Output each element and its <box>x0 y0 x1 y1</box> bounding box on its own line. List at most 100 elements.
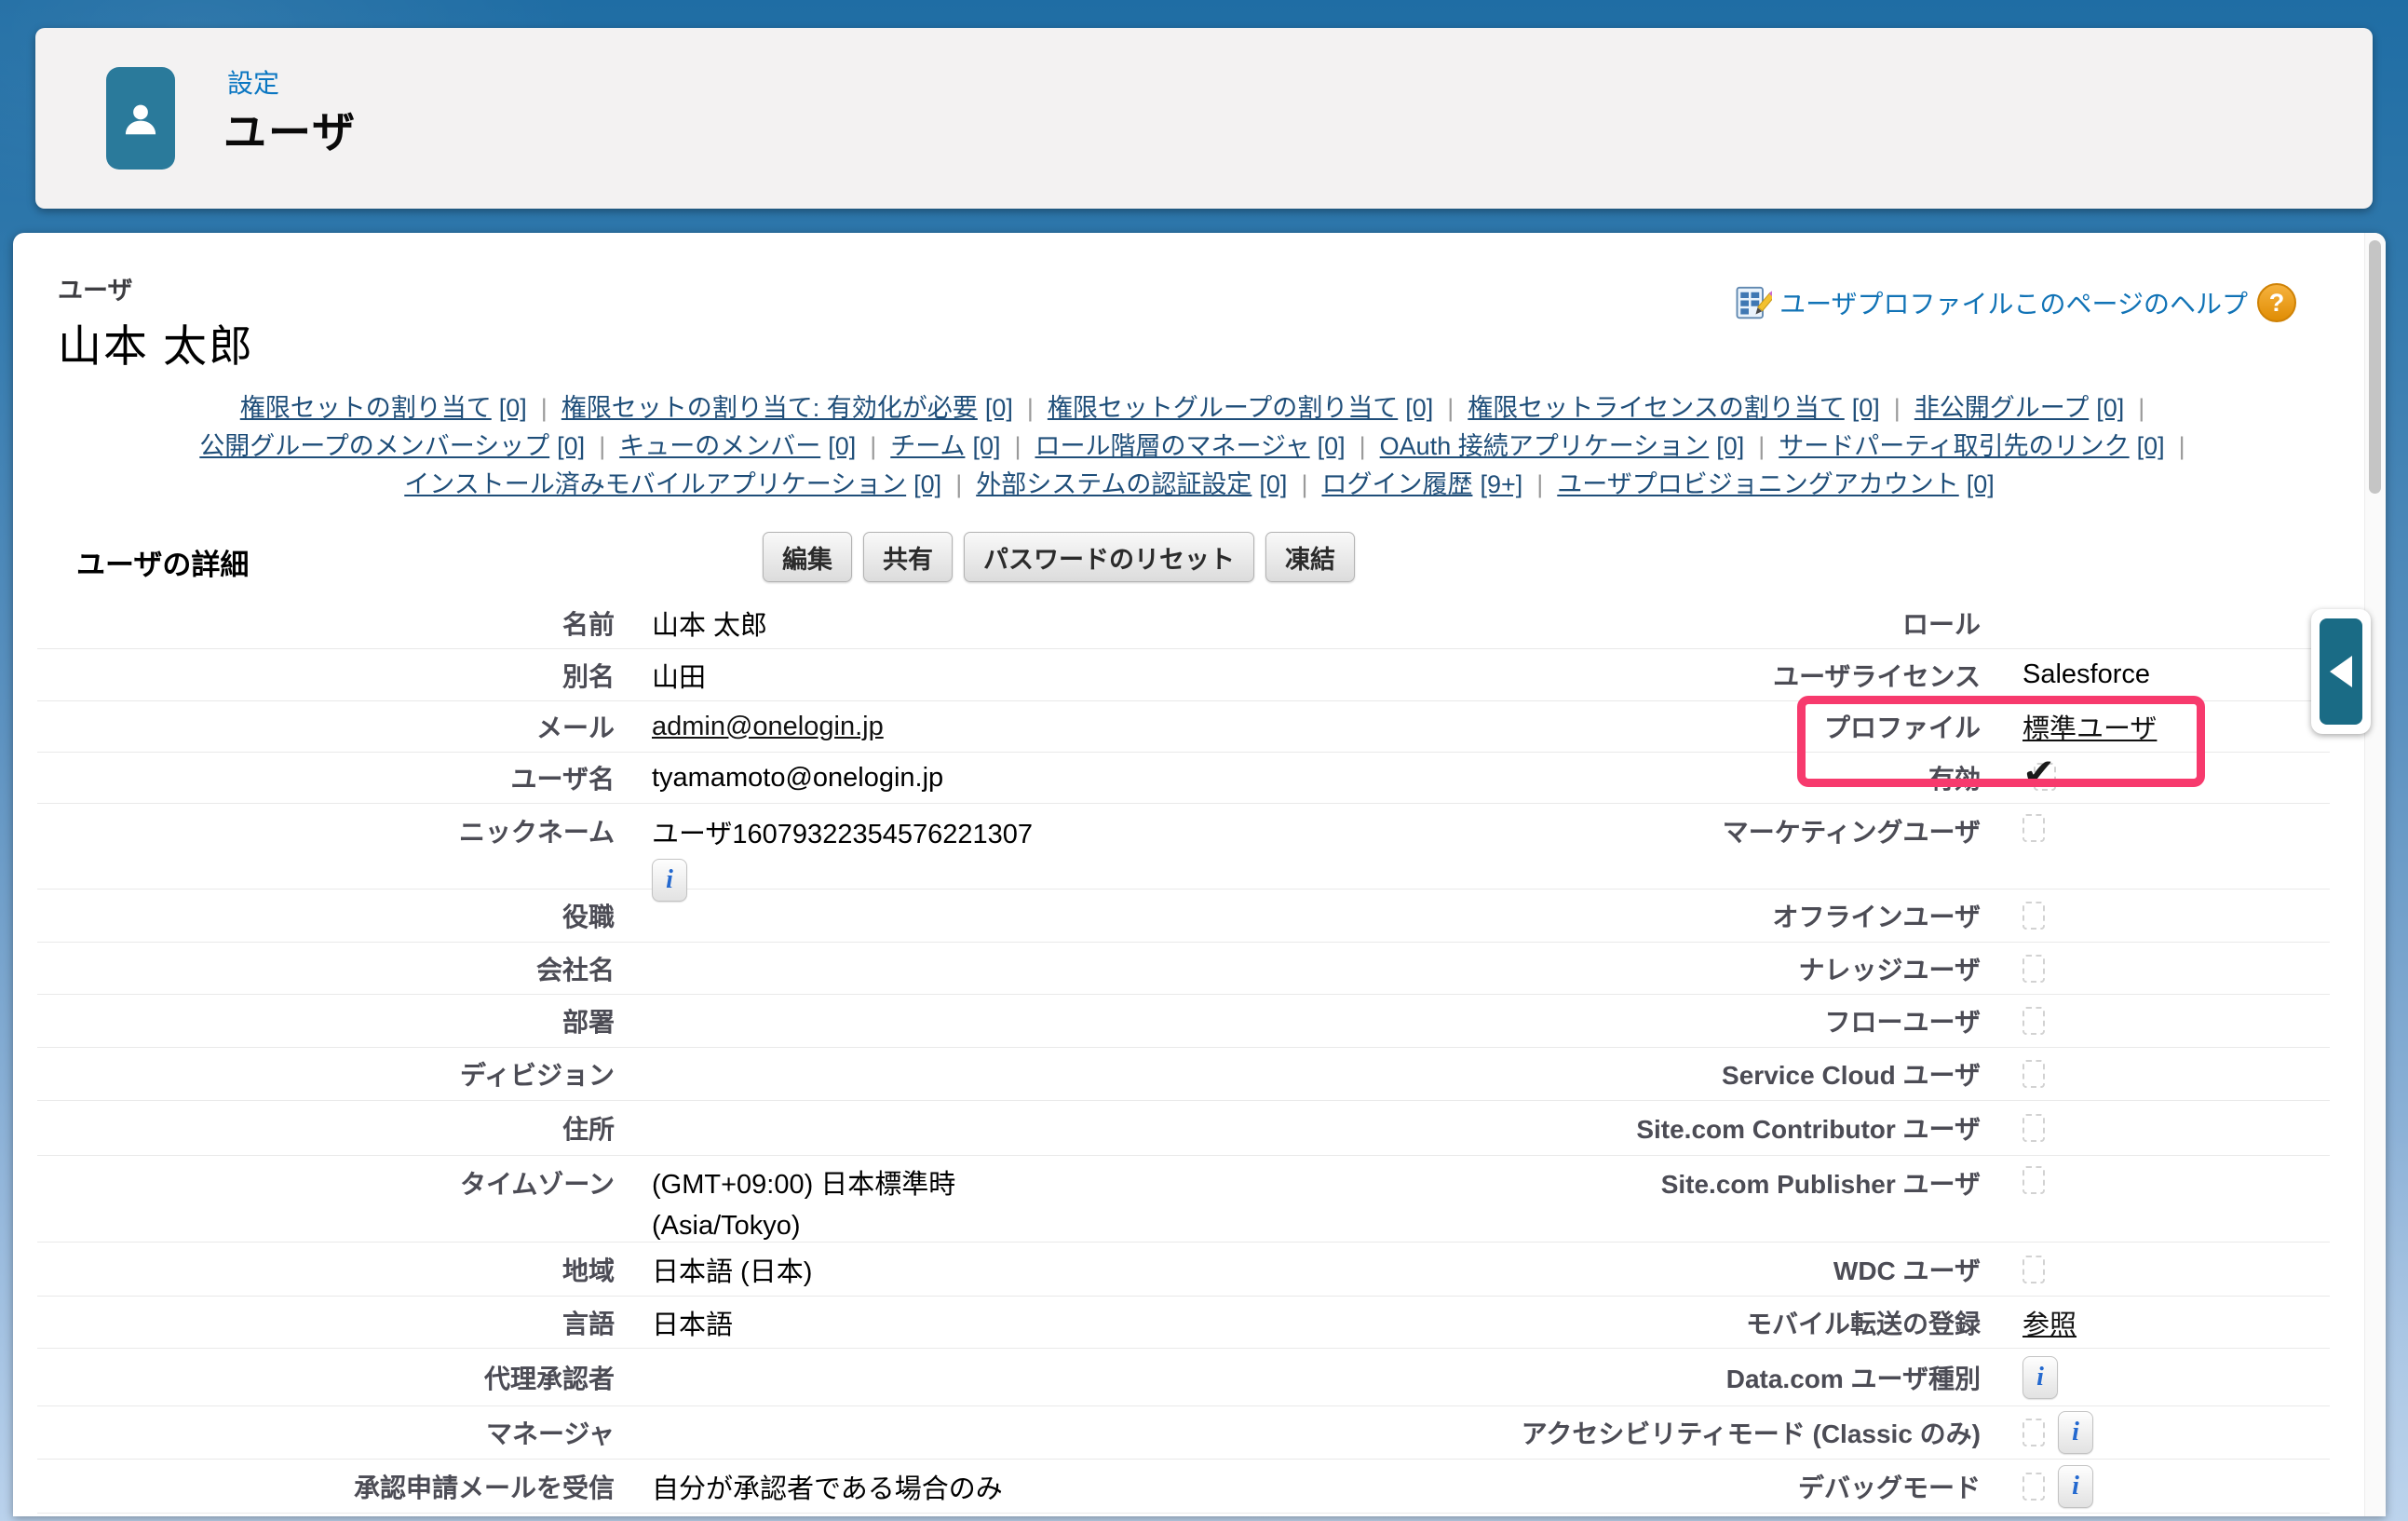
share-button[interactable]: 共有 <box>863 532 953 582</box>
field-value <box>2022 1166 2330 1194</box>
section-title: ユーザの詳細 <box>76 541 249 583</box>
related-list-count-link[interactable]: [0] <box>1318 432 1346 460</box>
field-label: マネージャ <box>37 1414 615 1451</box>
field-label: 役職 <box>37 897 615 934</box>
separator: | <box>1014 432 1021 460</box>
field-value: 標準ユーザ <box>2022 707 2330 746</box>
related-list-count-link[interactable]: [0] <box>972 432 1000 460</box>
freeze-button[interactable]: 凍結 <box>1265 532 1355 582</box>
user-detail-card: ユーザ 山本 太郎 ユーザプロファイル このページのヘルプ <box>13 233 2386 1516</box>
related-list-count-link[interactable]: [0] <box>985 394 1013 422</box>
field-label: モバイル転送の登録 <box>1173 1304 1981 1341</box>
disabled-checkbox-icon <box>2022 1166 2045 1194</box>
separator: | <box>541 394 548 422</box>
profile-link[interactable]: 標準ユーザ <box>2022 707 2157 746</box>
separator: | <box>2138 394 2144 422</box>
breadcrumb-setup-link[interactable]: 設定 <box>227 63 279 101</box>
detail-row: 統合 IDグラフの高コントラストパレットi <box>37 1514 2330 1516</box>
field-value: (GMT+09:00) 日本標準時(Asia/Tokyo) <box>652 1164 1173 1246</box>
field-value: ✔ <box>2022 761 2330 794</box>
info-icon[interactable]: i <box>652 859 687 902</box>
related-list-link[interactable]: 外部システムの認証設定 <box>976 470 1251 498</box>
field-label: マーケティングユーザ <box>1173 812 1981 849</box>
related-list-count-link[interactable]: [0] <box>557 432 585 460</box>
related-list-link[interactable]: インストール済みモバイルアプリケーション <box>404 470 906 498</box>
related-list-count-link[interactable]: [9+] <box>1480 470 1522 498</box>
related-list-link[interactable]: OAuth 接続アプリケーション <box>1380 432 1710 460</box>
field-label: ユーザライセンス <box>1173 657 1981 694</box>
related-list-count-link[interactable]: [0] <box>1259 470 1287 498</box>
field-value: i <box>2022 1356 2330 1399</box>
related-list-link[interactable]: 公開グループのメンバーシップ <box>199 432 549 460</box>
setup-header-card: 設定 ユーザ <box>35 28 2373 209</box>
field-value: ユーザ16079322354576221307i <box>652 812 1173 902</box>
separator: | <box>1447 394 1454 422</box>
collapse-sidebar-arrow-icon <box>2320 618 2362 725</box>
related-list-link[interactable]: ログイン履歴 <box>1321 470 1472 498</box>
related-list-count-link[interactable]: [0] <box>828 432 856 460</box>
field-label: 地域 <box>37 1251 615 1288</box>
related-list-count-link[interactable]: [0] <box>1716 432 1744 460</box>
detail-row: 承認申請メールを受信自分が承認者である場合のみデバッグモードi <box>37 1460 2330 1514</box>
detail-row: 別名山田ユーザライセンスSalesforce <box>37 649 2330 701</box>
field-value: 参照 <box>2022 1303 2330 1342</box>
field-value: 日本語 <box>652 1303 1173 1342</box>
related-list-count-link[interactable]: [0] <box>913 470 941 498</box>
related-list-link[interactable]: 権限セットの割り当て: 有効化が必要 <box>561 394 978 422</box>
detail-row: 地域日本語 (日本)WDC ユーザ <box>37 1243 2330 1297</box>
disabled-checkbox-icon <box>2022 955 2045 983</box>
field-value <box>2022 1007 2330 1035</box>
related-list-link[interactable]: 非公開グループ <box>1914 394 2089 422</box>
inner-scrollbar[interactable] <box>2364 233 2386 1516</box>
related-list-count-link[interactable]: [0] <box>1405 394 1433 422</box>
related-list-link[interactable]: キューのメンバー <box>619 432 820 460</box>
edit-layout-icon[interactable] <box>1735 284 1772 321</box>
field-value: tyamamoto@onelogin.jp <box>652 763 1173 794</box>
info-icon[interactable]: i <box>2022 1356 2058 1399</box>
related-list-count-link[interactable]: [0] <box>1967 470 1995 498</box>
inner-scrollbar-thumb[interactable] <box>2369 240 2381 494</box>
related-list-count-link[interactable]: [0] <box>2137 432 2165 460</box>
separator: | <box>1027 394 1034 422</box>
info-icon[interactable]: i <box>2058 1411 2093 1454</box>
field-value: i <box>2022 1411 2330 1454</box>
field-value-line: (GMT+09:00) 日本標準時 <box>652 1164 1173 1205</box>
edit-button[interactable]: 編集 <box>763 532 852 582</box>
info-icon[interactable]: i <box>2058 1465 2093 1508</box>
related-list-count-link[interactable]: [0] <box>2096 394 2124 422</box>
collapse-sidebar-tab[interactable] <box>2311 609 2371 734</box>
related-list-count-link[interactable]: [0] <box>499 394 527 422</box>
detail-row: タイムゾーン(GMT+09:00) 日本標準時(Asia/Tokyo)Site.… <box>37 1156 2330 1243</box>
separator: | <box>2179 432 2185 460</box>
related-list-link[interactable]: チーム <box>890 432 965 460</box>
detail-row: ユーザ名tyamamoto@onelogin.jp有効✔ <box>37 753 2330 804</box>
record-header: ユーザ 山本 太郎 <box>58 270 254 374</box>
user-profile-link[interactable]: ユーザプロファイル <box>1779 284 2013 321</box>
page-help-link[interactable]: このページのヘルプ <box>2014 284 2248 321</box>
related-list-link[interactable]: 権限セットライセンスの割り当て <box>1468 394 1844 422</box>
reset-password-button[interactable]: パスワードのリセット <box>964 532 1254 582</box>
help-icon[interactable]: ? <box>2257 283 2296 322</box>
field-label: 代理承認者 <box>37 1359 615 1396</box>
field-label: ニックネーム <box>37 812 615 849</box>
field-label: WDC ユーザ <box>1173 1251 1981 1288</box>
field-value: i <box>2022 1465 2330 1508</box>
field-label: Data.com ユーザ種別 <box>1173 1359 1981 1396</box>
detail-row: 部署フローユーザ <box>37 995 2330 1048</box>
mobile-registration-view-link[interactable]: 参照 <box>2022 1303 2077 1342</box>
related-list-link[interactable]: ロール階層のマネージャ <box>1035 432 1310 460</box>
disabled-checkbox-icon <box>2022 1114 2045 1142</box>
field-label: オフラインユーザ <box>1173 897 1981 934</box>
related-list-link[interactable]: 権限セットグループの割り当て <box>1048 394 1398 422</box>
related-list-link[interactable]: サードパーティ取引先のリンク <box>1779 432 2129 460</box>
field-value <box>2022 1256 2330 1283</box>
field-label: 言語 <box>37 1304 615 1341</box>
related-list-link[interactable]: ユーザプロビジョニングアカウント <box>1557 470 1958 498</box>
related-list-count-link[interactable]: [0] <box>1852 394 1880 422</box>
related-list-link[interactable]: 権限セットの割り当て <box>240 394 492 422</box>
email-link[interactable]: admin@onelogin.jp <box>652 712 884 741</box>
field-label: ディビジョン <box>37 1055 615 1093</box>
field-label: 有効 <box>1173 759 1981 796</box>
disabled-checkbox-icon <box>2022 902 2045 930</box>
related-links-line: 権限セットの割り当て[0]|権限セットの割り当て: 有効化が必要[0]|権限セッ… <box>13 389 2386 428</box>
